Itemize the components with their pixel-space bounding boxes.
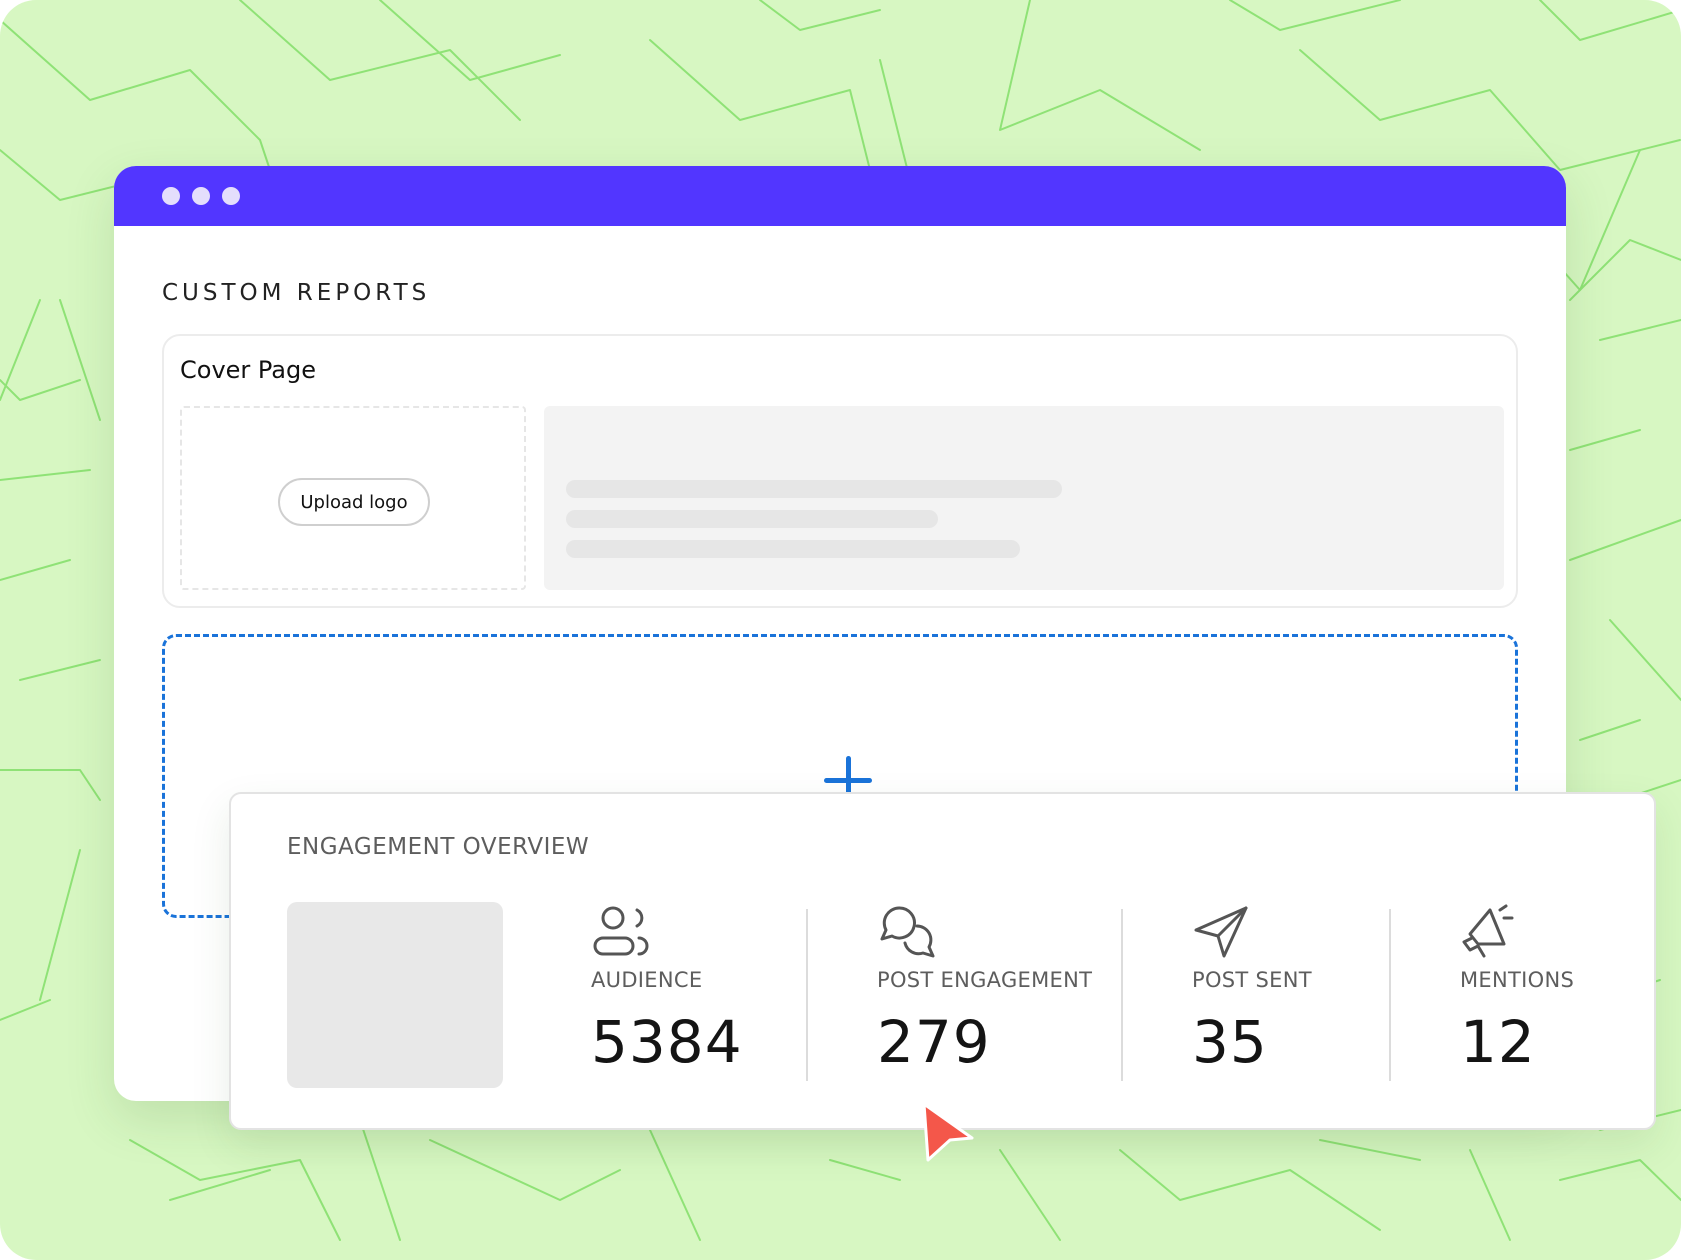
window-dot-icon [222, 187, 240, 205]
cover-page-title: Cover Page [180, 356, 317, 384]
overview-image-placeholder [287, 902, 503, 1088]
stat-audience: AUDIENCE 5384 [591, 904, 742, 1076]
stat-value: 5384 [591, 1008, 743, 1076]
stat-divider [1121, 909, 1123, 1081]
stat-label: POST ENGAGEMENT [877, 968, 1093, 992]
mouse-cursor-icon [922, 1102, 974, 1162]
placeholder-line [566, 510, 938, 528]
stat-label: MENTIONS [1460, 968, 1575, 992]
placeholder-line [566, 540, 1020, 558]
window-dot-icon [192, 187, 210, 205]
engagement-overview-title: ENGAGEMENT OVERVIEW [287, 834, 590, 860]
stat-value: 35 [1192, 1008, 1268, 1076]
cover-preview-placeholder [544, 406, 1504, 590]
window-titlebar [114, 166, 1566, 226]
logo-upload-area: Upload logo [180, 406, 526, 590]
upload-logo-button[interactable]: Upload logo [278, 478, 430, 526]
stat-value: 12 [1460, 1008, 1536, 1076]
stat-label: POST SENT [1192, 968, 1312, 992]
stat-label: AUDIENCE [591, 968, 703, 992]
engagement-overview-card[interactable]: ENGAGEMENT OVERVIEW AUDIENCE 5384 POST E… [229, 792, 1656, 1130]
window-dot-icon [162, 187, 180, 205]
paper-plane-icon [1194, 906, 1248, 958]
stat-divider [1389, 909, 1391, 1081]
stat-mentions: MENTIONS 12 [1460, 904, 1574, 1076]
stat-post-engagement: POST ENGAGEMENT 279 [877, 904, 1092, 1076]
placeholder-line [566, 480, 1062, 498]
stat-divider [806, 909, 808, 1081]
cover-page-card: Cover Page Upload logo [162, 334, 1518, 608]
page-title: CUSTOM REPORTS [162, 280, 431, 306]
stat-value: 279 [877, 1008, 991, 1076]
post-engagement-icon [880, 906, 935, 958]
stat-post-sent: POST SENT 35 [1192, 904, 1312, 1076]
megaphone-icon [1462, 904, 1514, 958]
audience-icon [593, 906, 649, 956]
